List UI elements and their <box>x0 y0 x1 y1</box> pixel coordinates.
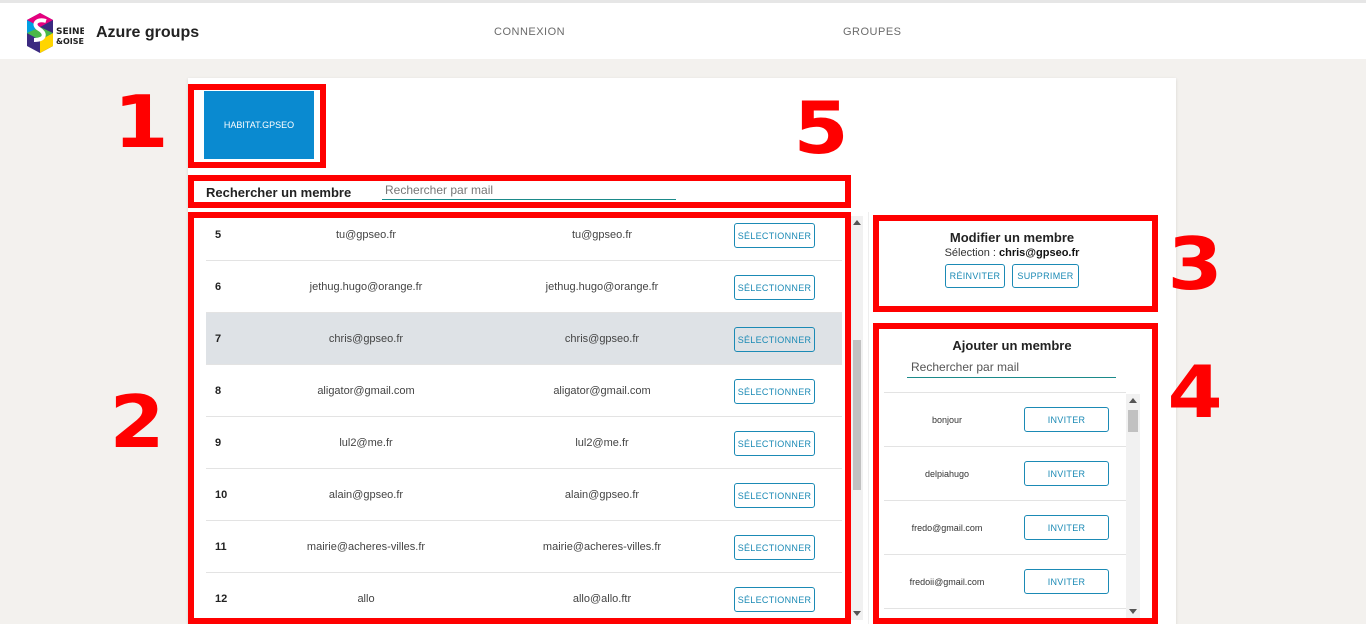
scroll-up-arrow-icon[interactable] <box>853 220 861 225</box>
invite-button[interactable]: INVITER <box>1024 461 1109 486</box>
member-name: allo <box>357 593 375 605</box>
member-name: tu@gpseo.fr <box>335 229 397 241</box>
member-id: 7 <box>215 333 222 345</box>
annotation-number-3: 3 <box>1167 222 1223 306</box>
member-id: 12 <box>215 593 228 605</box>
member-list: 5 tu@gpseo.fr tu@gpseo.fr SÉLECTIONNER 6… <box>206 209 842 621</box>
annotation-number-2: 2 <box>109 380 165 464</box>
invite-name: delpiahugo <box>924 469 970 479</box>
scroll-down-arrow-icon[interactable] <box>1129 609 1137 614</box>
selection-value: chris@gpseo.fr <box>999 247 1080 259</box>
member-id: 9 <box>215 437 222 449</box>
invite-button[interactable]: INVITER <box>1024 569 1109 594</box>
table-row: 9 lul2@me.fr lul2@me.fr SÉLECTIONNER <box>206 417 842 469</box>
invite-button[interactable]: INVITER <box>1024 515 1109 540</box>
member-id: 11 <box>215 541 227 553</box>
member-mail: aligator@gmail.com <box>553 385 651 397</box>
search-member-label: Rechercher un membre <box>206 185 352 200</box>
member-name: chris@gpseo.fr <box>328 333 404 345</box>
invite-button[interactable]: INVITER <box>1024 407 1109 432</box>
table-row: 12 allo allo@allo.ftr SÉLECTIONNER <box>206 573 842 621</box>
svg-text:&OISE: &OISE <box>56 37 84 46</box>
selection-prefix: Sélection : <box>944 247 999 259</box>
list-item: fredoii@gmail.com INVITER <box>884 555 1126 609</box>
delete-button[interactable]: SUPPRIMER <box>1012 264 1079 288</box>
member-name: aligator@gmail.com <box>317 385 415 397</box>
member-mail: allo@allo.ftr <box>572 593 632 605</box>
scroll-down-arrow-icon[interactable] <box>853 611 861 616</box>
table-row: 6 jethug.hugo@orange.fr jethug.hugo@oran… <box>206 261 842 313</box>
scroll-thumb[interactable] <box>853 340 861 490</box>
modify-selection-text: Sélection : chris@gpseo.fr <box>884 247 1140 259</box>
member-mail: jethug.hugo@orange.fr <box>545 281 659 293</box>
top-navbar: SEINE &OISE Azure groups CONNEXION GROUP… <box>0 0 1366 59</box>
member-id: 6 <box>215 281 222 293</box>
group-tile-habitat[interactable]: HABITAT.GPSEO <box>204 91 314 159</box>
member-name: jethug.hugo@orange.fr <box>309 281 423 293</box>
table-row: 11 mairie@acheres-villes.fr mairie@acher… <box>206 521 842 573</box>
table-row: 10 alain@gpseo.fr alain@gpseo.fr SÉLECTI… <box>206 469 842 521</box>
invite-list: bonjour INVITER delpiahugo INVITER fredo… <box>884 392 1126 618</box>
select-member-button[interactable]: SÉLECTIONNER <box>734 535 815 560</box>
seine-oise-logo[interactable]: SEINE &OISE <box>26 12 86 54</box>
invite-name: bonjour <box>931 415 963 425</box>
select-member-button[interactable]: SÉLECTIONNER <box>734 275 815 300</box>
select-member-button[interactable]: SÉLECTIONNER <box>734 379 815 404</box>
annotation-number-5: 5 <box>793 86 849 170</box>
annotation-number-1: 1 <box>113 80 169 164</box>
table-row: 8 aligator@gmail.com aligator@gmail.com … <box>206 365 842 417</box>
invite-list-scrollbar[interactable] <box>1126 394 1140 618</box>
invite-name: fredo@gmail.com <box>911 523 983 533</box>
select-member-button[interactable]: SÉLECTIONNER <box>734 223 815 248</box>
member-name: alain@gpseo.fr <box>328 489 404 501</box>
member-mail: chris@gpseo.fr <box>564 333 640 345</box>
scroll-thumb[interactable] <box>1128 410 1138 432</box>
member-id: 5 <box>215 229 222 241</box>
member-mail: mairie@acheres-villes.fr <box>542 541 662 553</box>
invite-name: fredoii@gmail.com <box>909 577 985 587</box>
table-row: 5 tu@gpseo.fr tu@gpseo.fr SÉLECTIONNER <box>206 209 842 261</box>
member-name: lul2@me.fr <box>339 437 393 449</box>
table-row-selected: 7 chris@gpseo.fr chris@gpseo.fr SÉLECTIO… <box>206 313 842 365</box>
list-item: bonjour INVITER <box>884 393 1126 447</box>
add-member-title: Ajouter un membre <box>952 338 1072 353</box>
select-member-button[interactable]: SÉLECTIONNER <box>734 327 815 352</box>
nav-connexion[interactable]: CONNEXION <box>494 26 565 38</box>
member-id: 8 <box>215 385 222 397</box>
annotation-number-4: 4 <box>1167 350 1223 434</box>
member-id: 10 <box>215 489 228 501</box>
select-member-button[interactable]: SÉLECTIONNER <box>734 431 815 456</box>
app-title: Azure groups <box>96 24 200 41</box>
select-member-button[interactable]: SÉLECTIONNER <box>734 587 815 612</box>
member-list-scrollbar[interactable] <box>851 216 863 620</box>
scroll-up-arrow-icon[interactable] <box>1129 398 1137 403</box>
list-item: fredo@gmail.com INVITER <box>884 501 1126 555</box>
add-member-input[interactable] <box>907 356 1116 378</box>
select-member-button[interactable]: SÉLECTIONNER <box>734 483 815 508</box>
member-name: mairie@acheres-villes.fr <box>306 541 426 553</box>
reinvite-button[interactable]: RÉINVITER <box>945 264 1005 288</box>
member-mail: alain@gpseo.fr <box>564 489 640 501</box>
modify-member-title: Modifier un membre <box>949 230 1075 245</box>
search-member-input[interactable] <box>382 180 676 200</box>
svg-text:SEINE: SEINE <box>56 27 84 37</box>
nav-groupes[interactable]: GROUPES <box>843 26 902 38</box>
list-item: delpiahugo INVITER <box>884 447 1126 501</box>
member-mail: lul2@me.fr <box>575 437 629 449</box>
member-mail: tu@gpseo.fr <box>571 229 633 241</box>
